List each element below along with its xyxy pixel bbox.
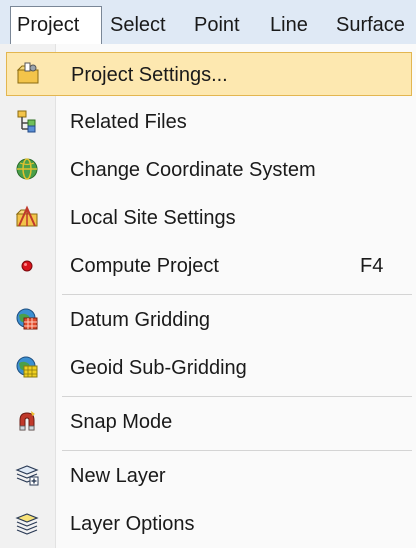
menu-separator	[62, 294, 412, 295]
datum-grid-globe-icon	[14, 306, 40, 332]
menu-separator	[62, 396, 412, 397]
menu-item-label: Snap Mode	[70, 411, 173, 433]
new-layer-icon	[14, 462, 40, 488]
shortcut-label: F4	[360, 255, 384, 277]
globe-icon	[14, 156, 40, 182]
menu-item-change-coordinate-system[interactable]: Change Coordinate System	[6, 148, 412, 192]
layer-options-icon	[14, 510, 40, 536]
menu-item-project-settings[interactable]: Project Settings...	[6, 52, 412, 96]
menu-item-local-site-settings[interactable]: Local Site Settings	[6, 196, 412, 240]
menu-surface[interactable]: Surface	[330, 7, 411, 43]
related-files-icon	[14, 108, 40, 134]
menu-item-label: Related Files	[70, 111, 187, 133]
menu-item-layer-options[interactable]: Layer Options	[6, 502, 412, 546]
project-settings-icon	[15, 61, 41, 87]
menu-point[interactable]: Point	[188, 7, 246, 43]
local-site-icon	[14, 204, 40, 230]
menu-item-label: Geoid Sub-Gridding	[70, 357, 247, 379]
menu-item-label: Layer Options	[70, 513, 195, 535]
menu-item-label: Local Site Settings	[70, 207, 236, 229]
menu-item-geoid-sub-gridding[interactable]: Geoid Sub-Gridding	[6, 346, 412, 390]
menu-item-related-files[interactable]: Related Files	[6, 100, 412, 144]
menu-item-compute-project[interactable]: Compute Project F4	[6, 244, 412, 288]
menu-item-snap-mode[interactable]: Snap Mode	[6, 400, 412, 444]
geoid-grid-globe-icon	[14, 354, 40, 380]
menu-item-label: Change Coordinate System	[70, 159, 316, 181]
menu-item-label: Compute Project	[70, 255, 219, 277]
menu-project[interactable]: Project	[10, 6, 102, 45]
menu-item-datum-gridding[interactable]: Datum Gridding	[6, 298, 412, 342]
menu-item-label: Project Settings...	[71, 64, 228, 86]
menu-item-label: New Layer	[70, 465, 166, 487]
red-dot-icon	[14, 252, 40, 278]
snap-magnet-icon	[14, 408, 40, 434]
menu-bar: Project Select Point Line Surface	[0, 0, 416, 45]
menu-separator	[62, 450, 412, 451]
project-dropdown-menu: Project Settings... Related Files Change…	[0, 44, 416, 548]
menu-item-new-layer[interactable]: New Layer	[6, 454, 412, 498]
menu-select[interactable]: Select	[104, 7, 172, 43]
menu-item-label: Datum Gridding	[70, 309, 211, 331]
menu-line[interactable]: Line	[264, 7, 314, 43]
